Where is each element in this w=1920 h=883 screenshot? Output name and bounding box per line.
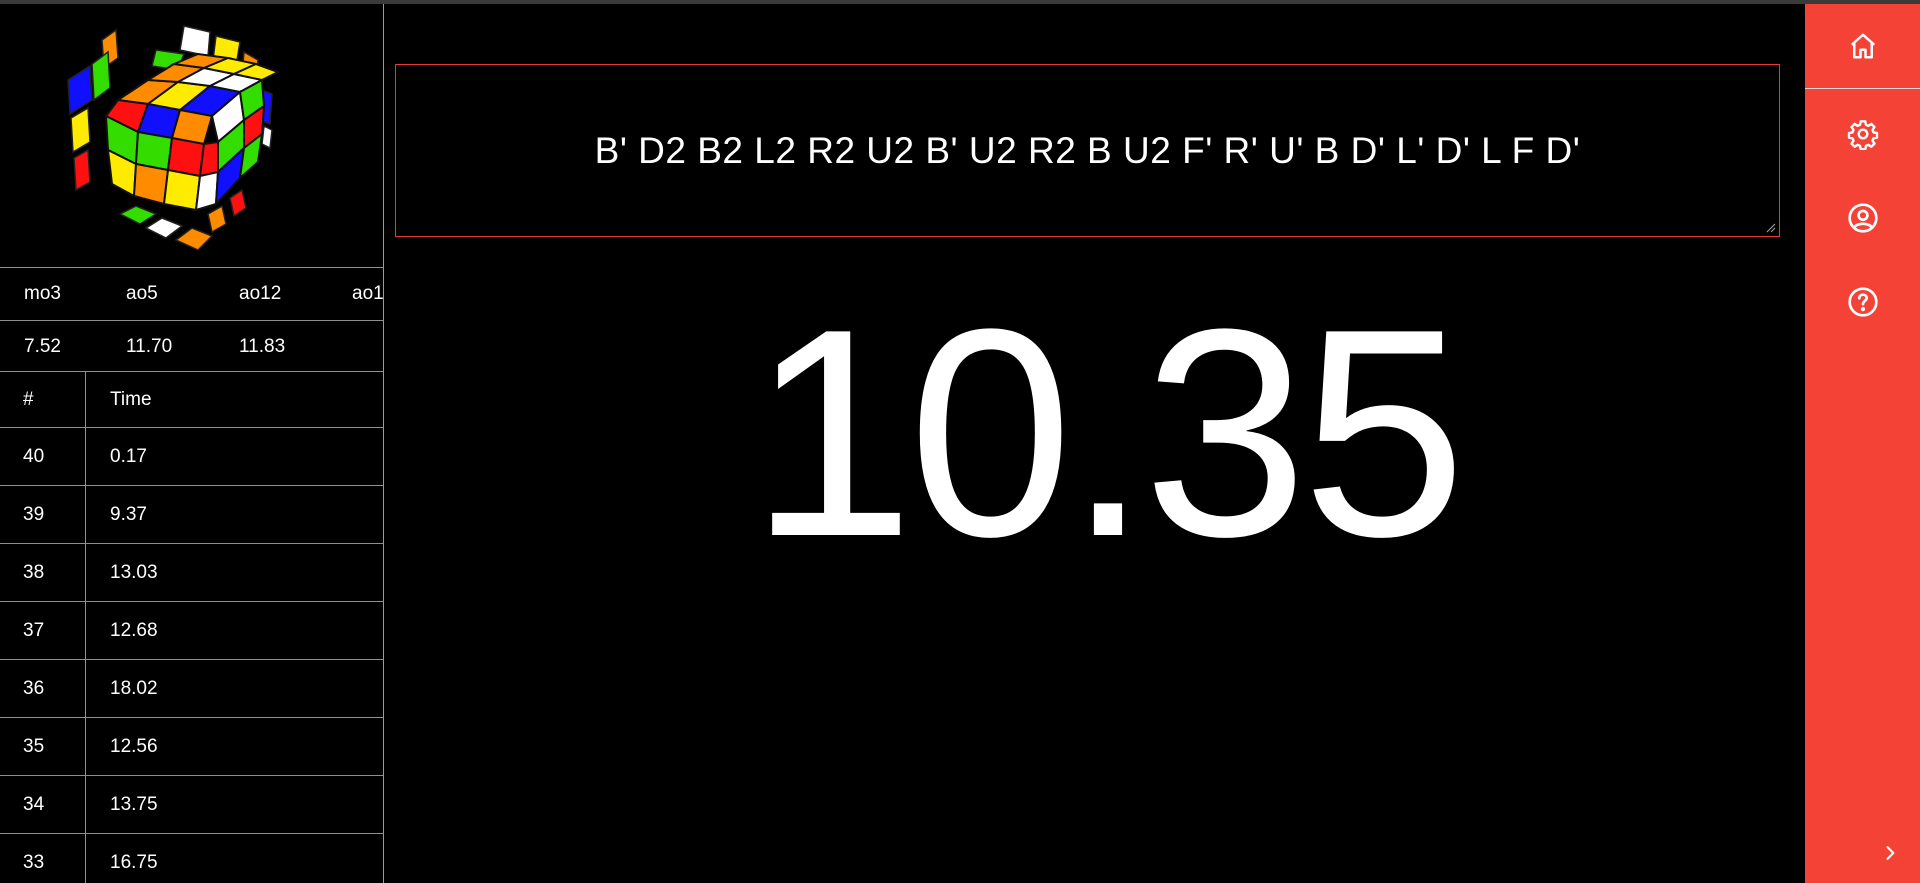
chevron-right-icon bbox=[1886, 846, 1895, 860]
home-button[interactable] bbox=[1805, 4, 1920, 89]
solve-number: 39 bbox=[23, 504, 45, 525]
solve-number: 38 bbox=[23, 562, 45, 583]
account-button[interactable] bbox=[1805, 176, 1920, 260]
solves-table: # Time 40 0.17 39 9.37 38 13.03 37 12.68 36 18.02… bbox=[0, 371, 383, 883]
scramble-textarea[interactable]: B' D2 B2 L2 R2 U2 B' U2 R2 B U2 F' R' U'… bbox=[395, 64, 1780, 237]
solve-row[interactable]: 38 13.03 bbox=[0, 543, 383, 601]
help-circle-icon bbox=[1847, 287, 1878, 317]
solve-number: 36 bbox=[23, 678, 45, 699]
home-icon bbox=[1850, 33, 1875, 59]
stat-header-ao12: ao12 bbox=[239, 283, 282, 304]
solve-row[interactable]: 35 12.56 bbox=[0, 717, 383, 775]
solve-time[interactable]: 18.02 bbox=[110, 660, 158, 717]
solve-number: 40 bbox=[23, 446, 45, 467]
expand-sidebar-button[interactable] bbox=[1875, 838, 1905, 868]
solves-header-row: # Time bbox=[0, 371, 383, 427]
help-button[interactable] bbox=[1805, 260, 1920, 344]
stat-header-mo3: mo3 bbox=[24, 283, 61, 304]
solve-row[interactable]: 36 18.02 bbox=[0, 659, 383, 717]
averages-table: mo3 ao5 ao12 ao1 7.52 11.70 11.83 bbox=[0, 267, 383, 373]
stat-header-ao5: ao5 bbox=[126, 283, 158, 304]
solve-number: 35 bbox=[23, 736, 45, 757]
solve-time[interactable]: 12.68 bbox=[110, 602, 158, 659]
settings-button[interactable] bbox=[1805, 92, 1920, 176]
cube-preview bbox=[0, 4, 383, 267]
timer-display[interactable]: 10.35 bbox=[395, 283, 1815, 583]
user-circle-icon bbox=[1847, 203, 1878, 233]
stat-value-mo3[interactable]: 7.52 bbox=[24, 321, 61, 373]
solve-number-header: # bbox=[23, 389, 34, 410]
solve-time[interactable]: 12.56 bbox=[110, 718, 158, 775]
solve-number: 33 bbox=[23, 852, 45, 873]
stat-value-ao5[interactable]: 11.70 bbox=[126, 321, 172, 373]
solve-row[interactable]: 40 0.17 bbox=[0, 427, 383, 485]
averages-header-row: mo3 ao5 ao12 ao1 bbox=[0, 267, 383, 320]
solve-number: 37 bbox=[23, 620, 45, 641]
solve-row[interactable]: 34 13.75 bbox=[0, 775, 383, 833]
solve-number: 34 bbox=[23, 794, 45, 815]
solve-time[interactable]: 13.75 bbox=[110, 776, 158, 833]
averages-value-row: 7.52 11.70 11.83 bbox=[0, 320, 383, 373]
solve-row[interactable]: 39 9.37 bbox=[0, 485, 383, 543]
right-sidebar bbox=[1805, 4, 1920, 883]
solve-time-header: Time bbox=[110, 389, 152, 410]
stat-header-ao100: ao1 bbox=[352, 283, 384, 304]
solve-time[interactable]: 13.03 bbox=[110, 544, 158, 601]
resize-grip-icon[interactable] bbox=[1764, 221, 1776, 233]
scramble-text: B' D2 B2 L2 R2 U2 B' U2 R2 B U2 F' R' U'… bbox=[594, 129, 1581, 171]
solve-time[interactable]: 9.37 bbox=[110, 486, 147, 543]
left-panel: mo3 ao5 ao12 ao1 7.52 11.70 11.83 # Time… bbox=[0, 4, 384, 883]
gear-icon bbox=[1847, 120, 1878, 150]
solve-row[interactable]: 33 16.75 bbox=[0, 833, 383, 883]
stat-value-ao12[interactable]: 11.83 bbox=[239, 321, 285, 373]
solve-row[interactable]: 37 12.68 bbox=[0, 601, 383, 659]
solve-time[interactable]: 0.17 bbox=[110, 428, 147, 485]
solve-time[interactable]: 16.75 bbox=[110, 834, 158, 883]
cube-3d-icon bbox=[67, 25, 281, 251]
